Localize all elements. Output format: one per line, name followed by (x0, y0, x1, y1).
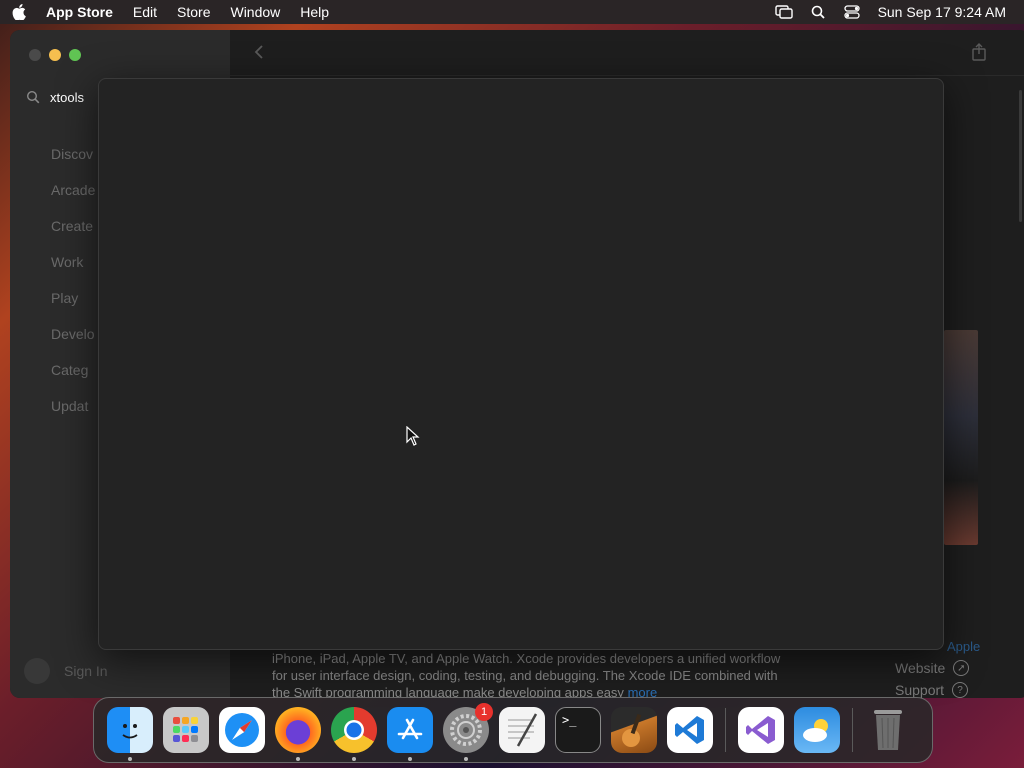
dock: 1 >_ (93, 697, 933, 763)
website-label: Website (895, 660, 946, 676)
running-indicator (128, 757, 132, 761)
chrome-icon[interactable] (331, 707, 377, 761)
menu-clock[interactable]: Sun Sep 17 9:24 AM (878, 4, 1006, 20)
status-area: Sun Sep 17 9:24 AM (760, 4, 1012, 20)
menu-edit[interactable]: Edit (133, 4, 157, 20)
launchpad-icon[interactable] (163, 707, 209, 753)
search-input[interactable]: xtools (50, 90, 84, 105)
safari-icon[interactable] (219, 707, 265, 753)
sign-in-button[interactable]: Sign In (24, 658, 108, 684)
vscode-icon[interactable] (667, 707, 713, 753)
screen-mirroring-icon[interactable] (774, 4, 794, 20)
running-indicator (408, 757, 412, 761)
sign-in-label: Sign In (64, 663, 108, 679)
finder-icon[interactable] (107, 707, 153, 761)
app-description: iPhone, iPad, Apple TV, and Apple Watch.… (272, 650, 792, 698)
sidebar-item-play[interactable]: Play (51, 280, 95, 316)
support-label: Support (895, 682, 945, 698)
textedit-icon[interactable] (499, 707, 545, 753)
running-indicator (352, 757, 356, 761)
weather-icon[interactable] (794, 707, 840, 753)
back-chevron-icon[interactable] (254, 44, 268, 62)
toolbar (230, 30, 1024, 76)
sidebar-item-develop[interactable]: Develo (51, 316, 95, 352)
developer-name[interactable]: Apple (947, 639, 980, 654)
compass-icon: ➚ (953, 660, 970, 676)
menu-app-name[interactable]: App Store (46, 4, 113, 20)
question-icon: ? (952, 682, 969, 698)
running-indicator (296, 757, 300, 761)
spotlight-search-icon[interactable] (808, 4, 828, 20)
menu-store[interactable]: Store (177, 4, 210, 20)
terminal-prompt: >_ (562, 713, 577, 727)
zoom-button[interactable] (69, 49, 81, 61)
visual-studio-icon[interactable] (738, 707, 784, 753)
search-icon (26, 90, 40, 104)
menu-help[interactable]: Help (300, 4, 329, 20)
description-text: iPhone, iPad, Apple TV, and Apple Watch.… (272, 651, 781, 698)
close-button[interactable] (29, 49, 41, 61)
avatar (24, 658, 50, 684)
control-center-icon[interactable] (842, 4, 862, 20)
sidebar-nav: Discov Arcade Create Work Play Develo Ca… (51, 136, 95, 424)
minimize-button[interactable] (49, 49, 61, 61)
sidebar-item-updates[interactable]: Updat (51, 388, 95, 424)
apple-menu-icon[interactable] (12, 4, 28, 20)
garageband-icon[interactable] (611, 707, 657, 753)
system-settings-icon[interactable]: 1 (443, 703, 493, 761)
notification-badge: 1 (475, 703, 493, 721)
terminal-icon[interactable]: >_ (555, 707, 601, 753)
scrollbar[interactable] (1019, 90, 1022, 222)
mouse-cursor-icon (406, 425, 420, 446)
dock-separator (852, 708, 853, 752)
sidebar-item-create[interactable]: Create (51, 208, 95, 244)
modal-sheet (98, 78, 944, 650)
trash-icon[interactable] (865, 707, 911, 753)
sidebar-item-categories[interactable]: Categ (51, 352, 95, 388)
support-link[interactable]: Support ? (895, 679, 980, 698)
menu-bar: App Store Edit Store Window Help Sun Sep… (0, 0, 1024, 24)
share-icon[interactable] (972, 43, 988, 61)
firefox-icon[interactable] (275, 707, 321, 761)
app-screenshot-preview (944, 330, 978, 545)
website-link[interactable]: Website ➚ (895, 657, 980, 679)
window-controls (29, 49, 81, 61)
sidebar-item-arcade[interactable]: Arcade (51, 172, 95, 208)
dock-separator (725, 708, 726, 752)
running-indicator (464, 757, 468, 761)
app-store-icon[interactable] (387, 707, 433, 761)
sidebar-item-work[interactable]: Work (51, 244, 95, 280)
sidebar-item-discover[interactable]: Discov (51, 136, 95, 172)
menu-window[interactable]: Window (230, 4, 280, 20)
